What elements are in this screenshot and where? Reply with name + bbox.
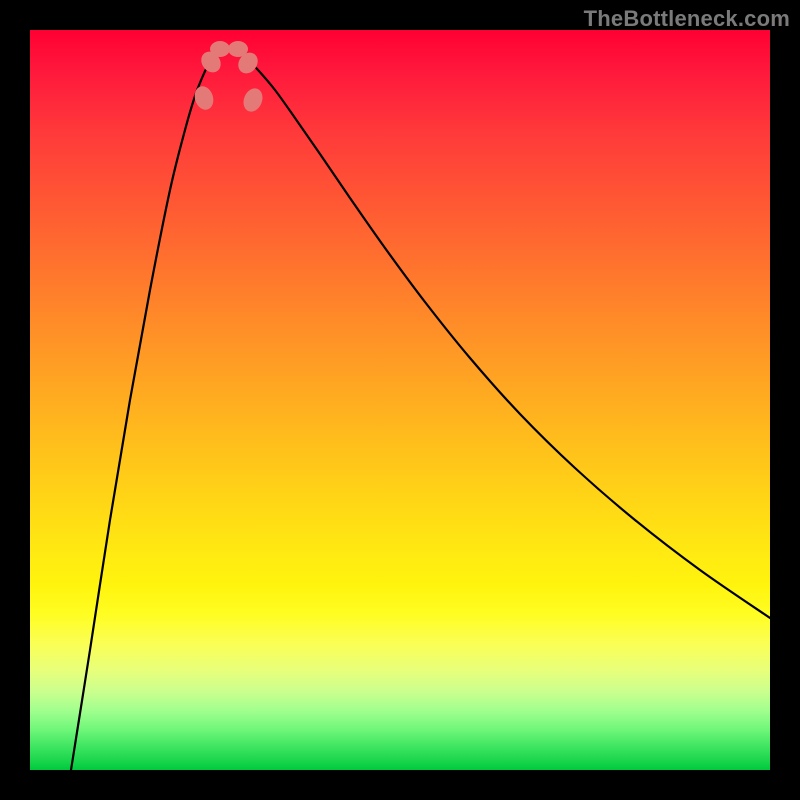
curve-marker bbox=[228, 41, 248, 57]
bottleneck-curve bbox=[71, 48, 770, 770]
watermark-text: TheBottleneck.com bbox=[584, 6, 790, 32]
curve-marker bbox=[192, 84, 217, 112]
chart-frame: TheBottleneck.com bbox=[0, 0, 800, 800]
curve-marker bbox=[210, 41, 230, 57]
curve-svg bbox=[30, 30, 770, 770]
plot-area bbox=[30, 30, 770, 770]
curve-marker bbox=[240, 86, 266, 115]
